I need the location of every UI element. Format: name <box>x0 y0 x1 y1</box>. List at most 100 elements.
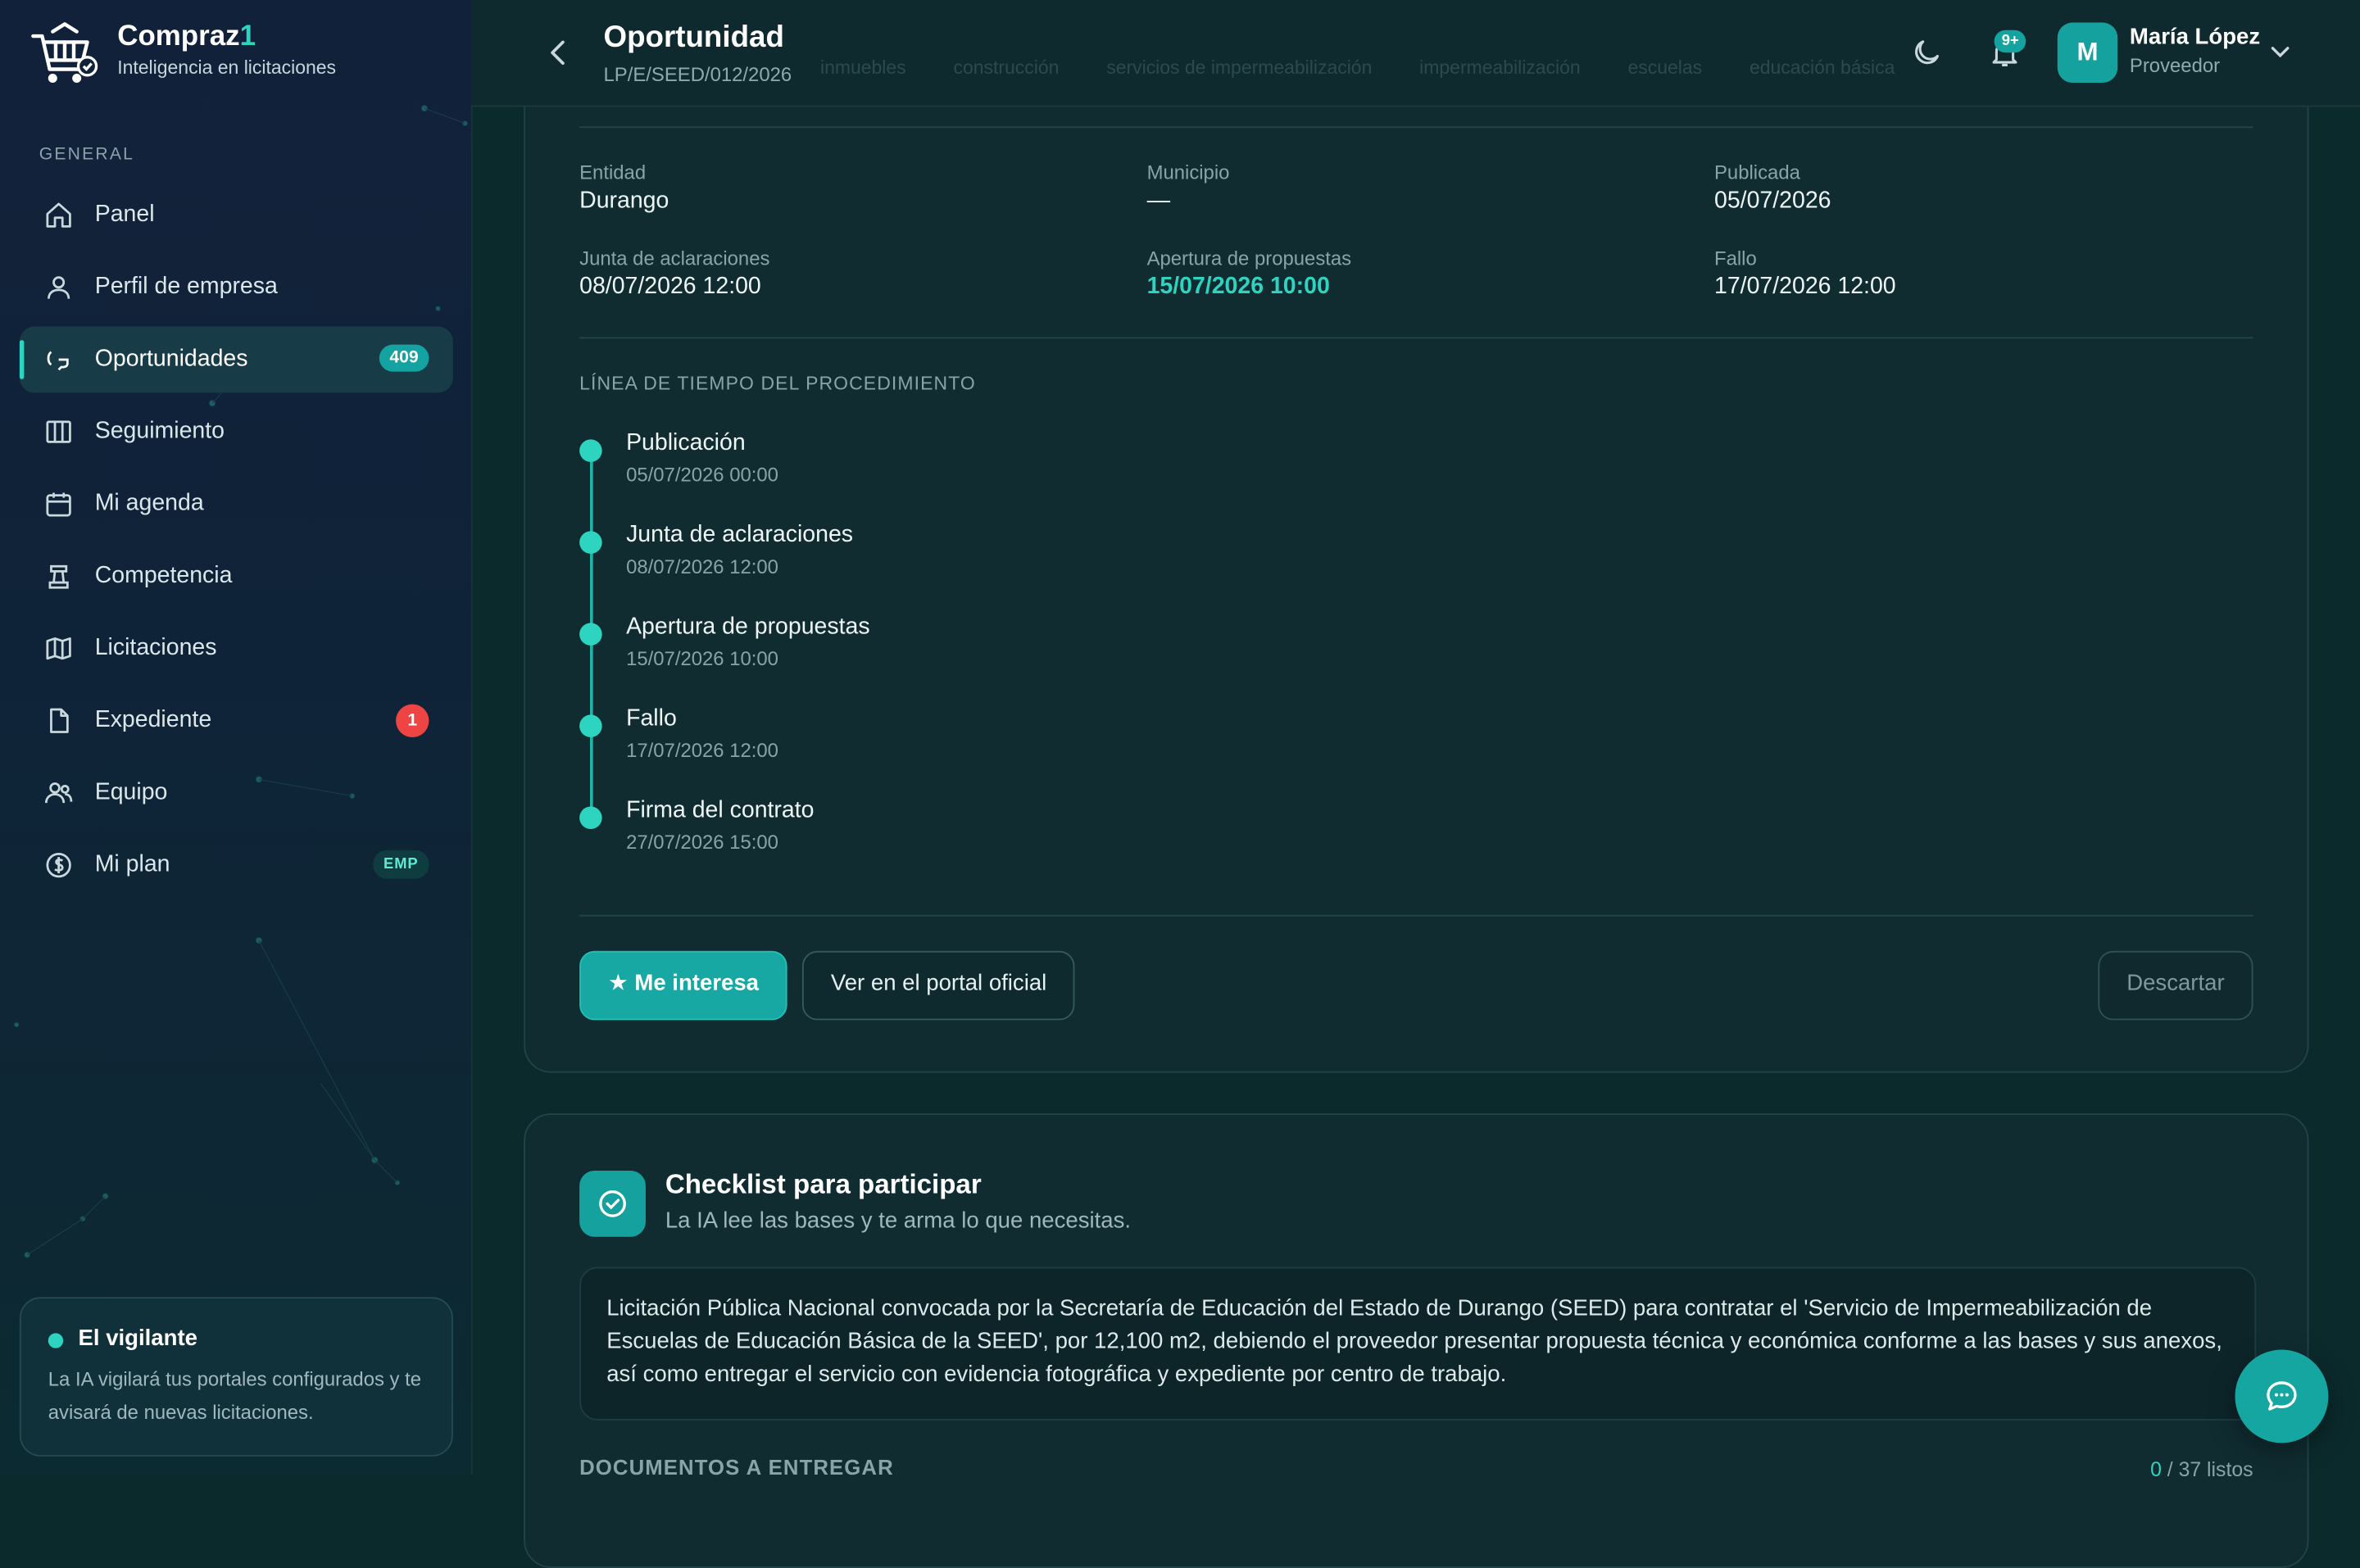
sidebar-nav: Panel Perfil de empresa Oportunidades 40… <box>19 182 453 904</box>
user-icon <box>43 272 74 302</box>
timeline-dot <box>579 623 602 646</box>
columns-icon <box>43 417 74 447</box>
tag: impermeabilización <box>1419 57 1581 79</box>
divider <box>579 126 2253 129</box>
official-portal-button[interactable]: Ver en el portal oficial <box>801 950 1076 1021</box>
divider <box>579 337 2253 339</box>
checklist-subtitle: La IA lee las bases y te arma lo que nec… <box>665 1208 1132 1235</box>
checklist-card: Checklist para participar La IA lee las … <box>524 1113 2309 1568</box>
map-icon <box>43 633 74 664</box>
interest-button[interactable]: ★ Me interesa <box>579 950 787 1021</box>
file-icon <box>43 705 74 736</box>
chat-icon <box>43 345 74 375</box>
watch-title: El vigilante <box>78 1326 197 1352</box>
procedure-code: LP/E/SEED/012/2026 <box>603 63 792 86</box>
sidebar-item-label: Seguimiento <box>94 418 225 444</box>
divider <box>579 914 2253 917</box>
page-title: Oportunidad <box>603 20 784 55</box>
sidebar-item-expediente[interactable]: Expediente 1 <box>20 687 453 754</box>
step-date: 17/07/2026 12:00 <box>626 738 778 762</box>
sidebar-item-equipo[interactable]: Equipo <box>20 760 453 827</box>
tag: construcción <box>953 57 1060 79</box>
timeline-dot <box>579 439 602 462</box>
sidebar-item-competencia[interactable]: Competencia <box>20 543 453 610</box>
documents-progress: 0 / 37 listos <box>2150 1458 2253 1481</box>
plan-badge: EMP <box>373 850 429 879</box>
field-junta: Junta de aclaraciones 08/07/2026 12:00 <box>579 247 769 301</box>
step-date: 05/07/2026 00:00 <box>626 463 778 487</box>
back-arrow-icon[interactable] <box>543 36 574 69</box>
brand-name: Compraz1 <box>117 20 256 53</box>
step-date: 27/07/2026 15:00 <box>626 830 778 854</box>
documents-heading: DOCUMENTOS A ENTREGAR <box>579 1455 894 1480</box>
step-date: 15/07/2026 10:00 <box>626 646 778 670</box>
user-name[interactable]: María López <box>2130 24 2260 49</box>
timeline-dot <box>579 806 602 830</box>
sidebar-item-licitaciones[interactable]: Licitaciones <box>20 615 453 682</box>
field-value: 15/07/2026 10:00 <box>1146 274 1330 300</box>
sidebar-item-seguimiento[interactable]: Seguimiento <box>20 399 453 465</box>
chat-button[interactable] <box>2235 1349 2329 1443</box>
timeline-dot <box>579 714 602 737</box>
field-label: Entidad <box>579 161 647 184</box>
documents-total: / 37 listos <box>2167 1457 2253 1481</box>
field-label: Junta de aclaraciones <box>579 247 770 270</box>
timeline-dot <box>579 531 602 554</box>
field-entidad: Entidad Durango <box>579 161 669 215</box>
field-publicada: Publicada 05/07/2026 <box>1714 161 1831 215</box>
sidebar-item-agenda[interactable]: Mi agenda <box>20 471 453 537</box>
sidebar-item-perfil[interactable]: Perfil de empresa <box>20 254 453 320</box>
sidebar-item-plan[interactable]: Mi plan EMP <box>20 832 453 899</box>
cart-logo-icon <box>30 18 99 87</box>
notification-badge: 9+ <box>1994 29 2026 53</box>
sidebar-item-panel[interactable]: Panel <box>20 182 453 248</box>
sidebar-item-label: Perfil de empresa <box>94 274 278 300</box>
message-icon <box>2263 1378 2299 1414</box>
documents-done: 0 <box>2150 1457 2162 1481</box>
field-label: Fallo <box>1714 247 1757 270</box>
sidebar-item-label: Expediente <box>94 707 212 733</box>
field-label: Publicada <box>1714 161 1800 184</box>
sidebar: Compraz1 Inteligencia en licitaciones GE… <box>0 0 473 1475</box>
sidebar-item-label: Licitaciones <box>94 635 217 661</box>
home-icon <box>43 200 74 230</box>
brand[interactable]: Compraz1 Inteligencia en licitaciones <box>30 18 336 87</box>
step-name: Fallo <box>626 705 677 732</box>
discard-button[interactable]: Descartar <box>2098 950 2253 1021</box>
sidebar-item-label: Panel <box>94 202 155 228</box>
moon-icon[interactable] <box>1910 36 1943 69</box>
sidebar-item-label: Mi plan <box>94 851 170 877</box>
faded-tags: inmuebles construcción servicios de impe… <box>820 57 1937 79</box>
tag: servicios de impermeabilización <box>1106 57 1373 79</box>
timeline-heading: LÍNEA DE TIEMPO DEL PROCEDIMIENTO <box>579 373 976 395</box>
sidebar-item-label: Equipo <box>94 779 168 805</box>
sidebar-item-oportunidades[interactable]: Oportunidades 409 <box>19 326 453 393</box>
opportunity-card: Entidad Durango Municipio — Publicada 05… <box>524 90 2309 1073</box>
step-name: Publicación <box>626 430 746 456</box>
sidebar-item-label: Competencia <box>94 562 233 589</box>
field-value: 17/07/2026 12:00 <box>1714 274 1896 300</box>
field-value: 05/07/2026 <box>1714 188 1831 214</box>
sidebar-item-label: Oportunidades <box>94 346 248 372</box>
count-badge: 409 <box>379 344 429 372</box>
brand-tagline: Inteligencia en licitaciones <box>117 57 337 79</box>
chevron-down-icon[interactable] <box>2268 39 2292 63</box>
field-value: — <box>1146 188 1171 214</box>
tag: inmuebles <box>820 57 906 79</box>
sidebar-section-label: GENERAL <box>39 146 135 165</box>
user-role: Proveedor <box>2129 54 2221 77</box>
status-dot <box>48 1333 64 1348</box>
field-municipio: Municipio — <box>1147 161 1230 215</box>
field-value: Durango <box>579 188 669 214</box>
check-circle-icon <box>579 1170 646 1237</box>
watch-panel: El vigilante La IA vigilará tus portales… <box>19 1297 453 1457</box>
tag: educación básica <box>1749 57 1895 79</box>
step-name: Apertura de propuestas <box>626 614 870 640</box>
team-icon <box>43 778 74 809</box>
watch-description: La IA vigilará tus portales configurados… <box>48 1367 422 1424</box>
field-apertura: Apertura de propuestas 15/07/2026 10:00 <box>1147 247 1352 301</box>
field-label: Apertura de propuestas <box>1146 247 1352 270</box>
step-date: 08/07/2026 12:00 <box>626 555 778 578</box>
avatar[interactable]: M <box>2057 22 2118 84</box>
sidebar-item-label: Mi agenda <box>94 490 204 516</box>
